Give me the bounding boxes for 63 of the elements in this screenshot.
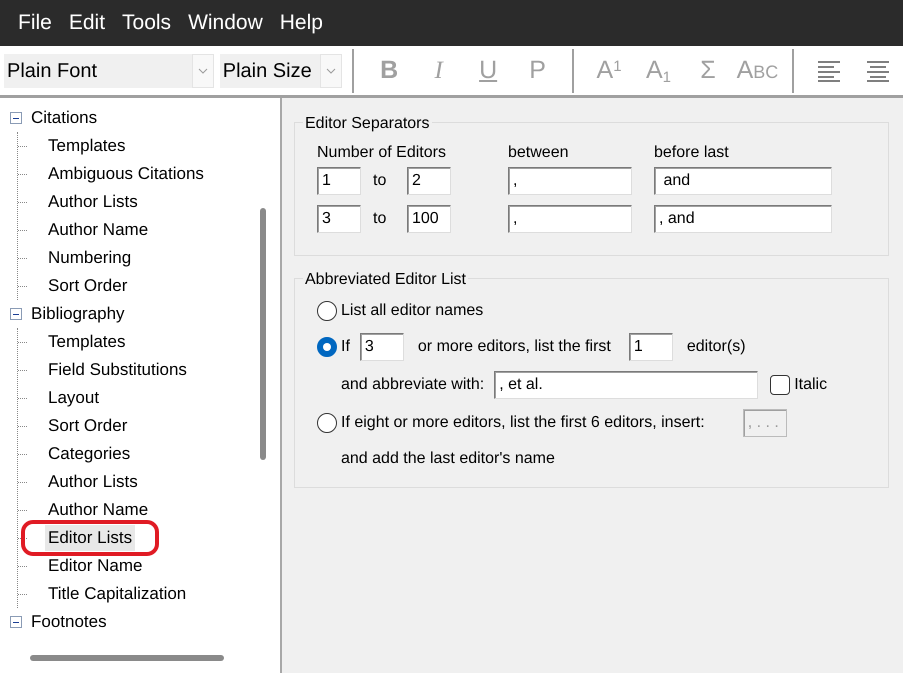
number-field[interactable]: 1 [317, 167, 361, 195]
number-field[interactable]: 3 [317, 205, 361, 233]
menu-item[interactable]: Help [280, 9, 323, 46]
number-field[interactable]: 100 [407, 205, 451, 233]
range-label: to [373, 171, 386, 191]
radio-button[interactable] [317, 337, 337, 357]
tree-item[interactable]: Sort Order [45, 273, 130, 299]
tree-item[interactable]: Citations [28, 105, 100, 131]
tree-item[interactable]: Numbering [45, 245, 134, 271]
option-label[interactable]: List all editor names [341, 299, 484, 323]
option-text: editor(s) [686, 337, 746, 357]
tree-item[interactable]: Categories [45, 441, 134, 467]
tree-item[interactable]: Sort Order [45, 413, 130, 439]
number-field[interactable]: 2 [407, 167, 451, 195]
count-field[interactable]: 1 [628, 333, 673, 361]
collapse-icon[interactable] [10, 112, 22, 124]
separator-field[interactable]: , [508, 167, 632, 195]
tree-item[interactable]: Footnotes [28, 609, 110, 635]
font-dropdown[interactable]: Plain Font [4, 54, 214, 88]
tree-item[interactable]: Bibliography [28, 301, 128, 327]
abbreviation-field[interactable]: , et al. [494, 371, 758, 399]
option-label[interactable]: If eight or more editors, list the first 6 editors, insert: [341, 411, 705, 435]
tree-item[interactable]: Author Lists [45, 189, 141, 215]
scrollbar-thumb[interactable] [260, 208, 266, 460]
menu-item[interactable]: Edit [68, 9, 106, 46]
size-dropdown[interactable]: Plain Size [220, 54, 342, 88]
tree-item[interactable]: Author Name [45, 497, 152, 523]
tree-item[interactable]: Title Capitalization [45, 581, 190, 607]
menu-item[interactable]: File [18, 9, 52, 46]
menu-item[interactable]: Window [188, 9, 263, 46]
range-label: to [373, 209, 386, 229]
caret-icon [198, 68, 208, 74]
align-left-icon [816, 60, 841, 83]
tree-item[interactable]: Layout [45, 385, 102, 411]
scrollbar-thumb[interactable] [30, 655, 224, 661]
checkbox-label[interactable]: Italic [794, 373, 828, 397]
field-label: and abbreviate with: [341, 375, 484, 395]
align-center-icon [866, 60, 890, 83]
tree-item[interactable]: Editor Name [45, 553, 146, 579]
radio-button[interactable] [317, 301, 337, 321]
tree-item[interactable]: Editor Lists [45, 525, 136, 551]
checkbox[interactable] [770, 375, 790, 395]
option-text: and add the last editor's name [341, 449, 555, 469]
collapse-icon[interactable] [10, 616, 22, 628]
caret-icon [326, 68, 336, 74]
tree-item[interactable]: Author Lists [45, 469, 141, 495]
menu-item[interactable]: Tools [122, 9, 172, 46]
tree-item[interactable]: Field Substitutions [45, 357, 190, 383]
tree-item[interactable]: Author Name [45, 217, 152, 243]
column-header: between [508, 143, 570, 163]
tree-item[interactable]: Ambiguous Citations [45, 161, 207, 187]
option-label[interactable]: If [341, 335, 350, 359]
radio-button[interactable] [317, 413, 337, 433]
column-header: before last [654, 143, 730, 163]
tree-item[interactable]: Templates [45, 133, 128, 159]
separator-field[interactable]: , and [654, 205, 832, 233]
count-field[interactable]: 3 [360, 333, 404, 361]
collapse-icon[interactable] [10, 308, 22, 320]
separator-field[interactable]: and [654, 167, 832, 195]
separator-field[interactable]: , [508, 205, 632, 233]
tree-item[interactable]: Templates [45, 329, 128, 355]
option-text: or more editors, list the first [418, 337, 611, 357]
column-header: Number of Editors [317, 143, 447, 163]
